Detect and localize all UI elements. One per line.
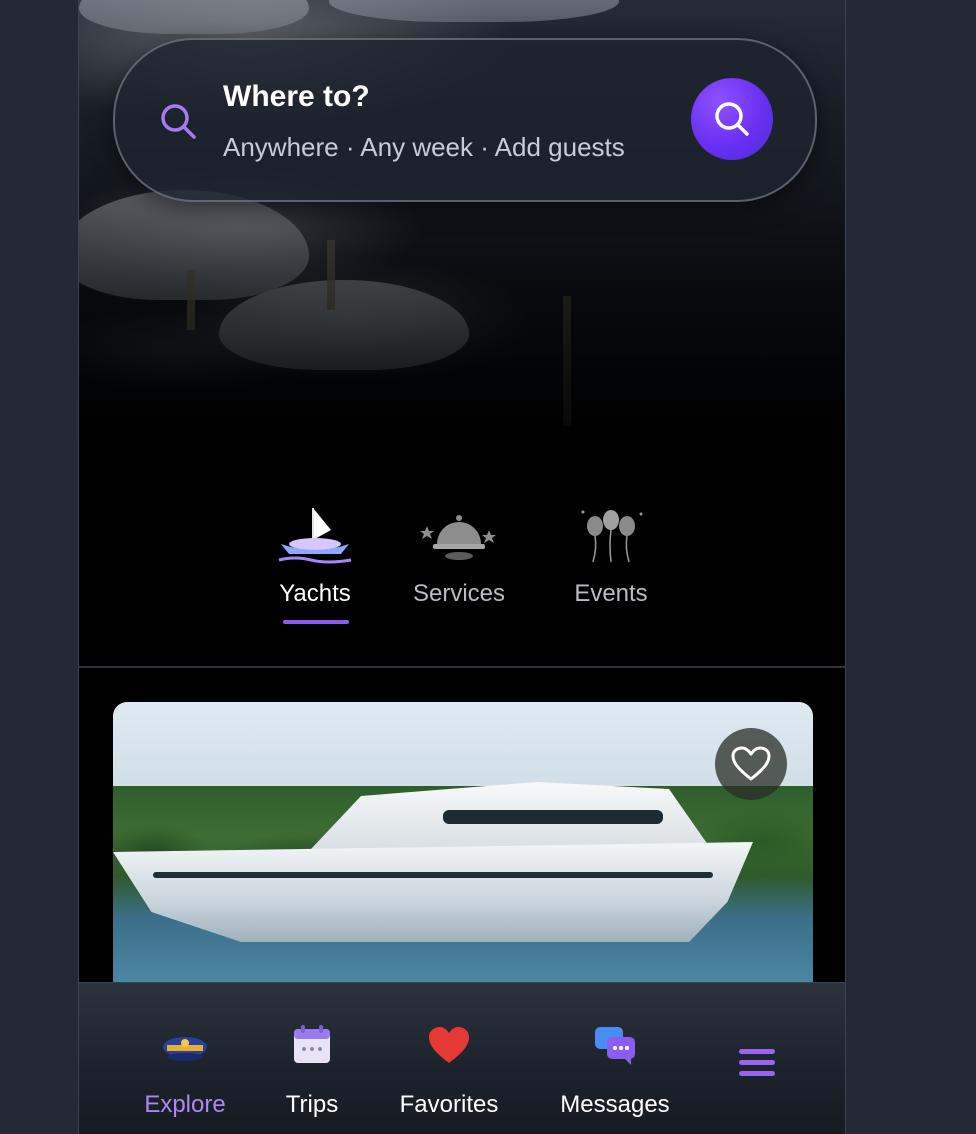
listing-image-yacht — [153, 872, 713, 878]
app-screen: Where to? Anywhere · Any week · Add gues… — [78, 0, 846, 1134]
sailboat-icon — [278, 508, 352, 564]
listing-card[interactable] — [113, 702, 813, 1002]
tab-favorites[interactable]: Favorites — [395, 1023, 503, 1119]
tab-events[interactable]: Events — [571, 504, 651, 608]
search-icon — [161, 104, 196, 139]
search-subtitle: Anywhere · Any week · Add guests — [223, 132, 625, 162]
tab-messages[interactable]: Messages — [555, 1023, 675, 1119]
favorite-button[interactable] — [715, 728, 787, 800]
category-tabs: Yachts Services Events — [79, 456, 845, 668]
tab-yachts[interactable]: Yachts — [275, 504, 355, 608]
active-tab-indicator — [283, 620, 349, 624]
tab-trips[interactable]: Trips — [279, 1023, 345, 1119]
search-title: Where to? — [223, 80, 370, 113]
search-icon — [715, 102, 749, 136]
tab-messages-label: Messages — [560, 1091, 670, 1118]
tab-services[interactable]: Services — [413, 504, 505, 608]
listing-image-yacht — [113, 842, 753, 942]
listing-image-yacht — [443, 810, 663, 824]
balloons-icon — [581, 510, 643, 563]
hamburger-menu-icon[interactable] — [737, 1045, 777, 1081]
search-button[interactable] — [691, 78, 773, 160]
bottom-tab-bar: Explore Trips Favorites Messages — [79, 982, 845, 1134]
tab-explore-label: Explore — [144, 1091, 226, 1118]
tab-favorites-label: Favorites — [399, 1091, 499, 1118]
calendar-icon — [294, 1025, 330, 1063]
tab-events-label: Events — [574, 580, 648, 607]
heart-icon — [429, 1027, 469, 1063]
search-bar[interactable]: Where to? Anywhere · Any week · Add gues… — [113, 38, 817, 202]
service-bell-icon — [420, 515, 497, 560]
tab-yachts-label: Yachts — [279, 580, 351, 607]
hero-background: Where to? Anywhere · Any week · Add gues… — [79, 0, 845, 456]
tab-explore[interactable]: Explore — [137, 1023, 233, 1119]
chat-bubbles-icon — [595, 1027, 635, 1065]
tab-services-label: Services — [413, 580, 506, 607]
tab-trips-label: Trips — [285, 1091, 339, 1118]
heart-outline-icon — [731, 746, 771, 781]
captain-hat-icon — [163, 1037, 207, 1061]
